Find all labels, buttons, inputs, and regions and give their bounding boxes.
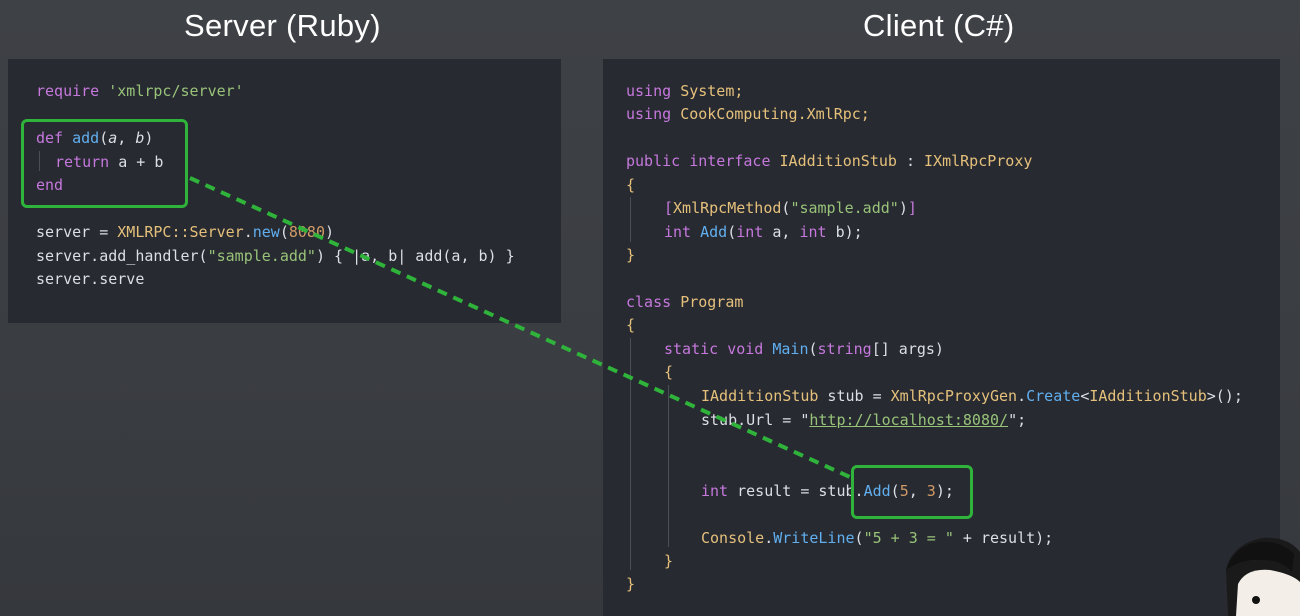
connector-arrow — [189, 176, 853, 480]
dashed-connector-line — [189, 176, 853, 480]
presenter-avatar — [1226, 537, 1300, 616]
